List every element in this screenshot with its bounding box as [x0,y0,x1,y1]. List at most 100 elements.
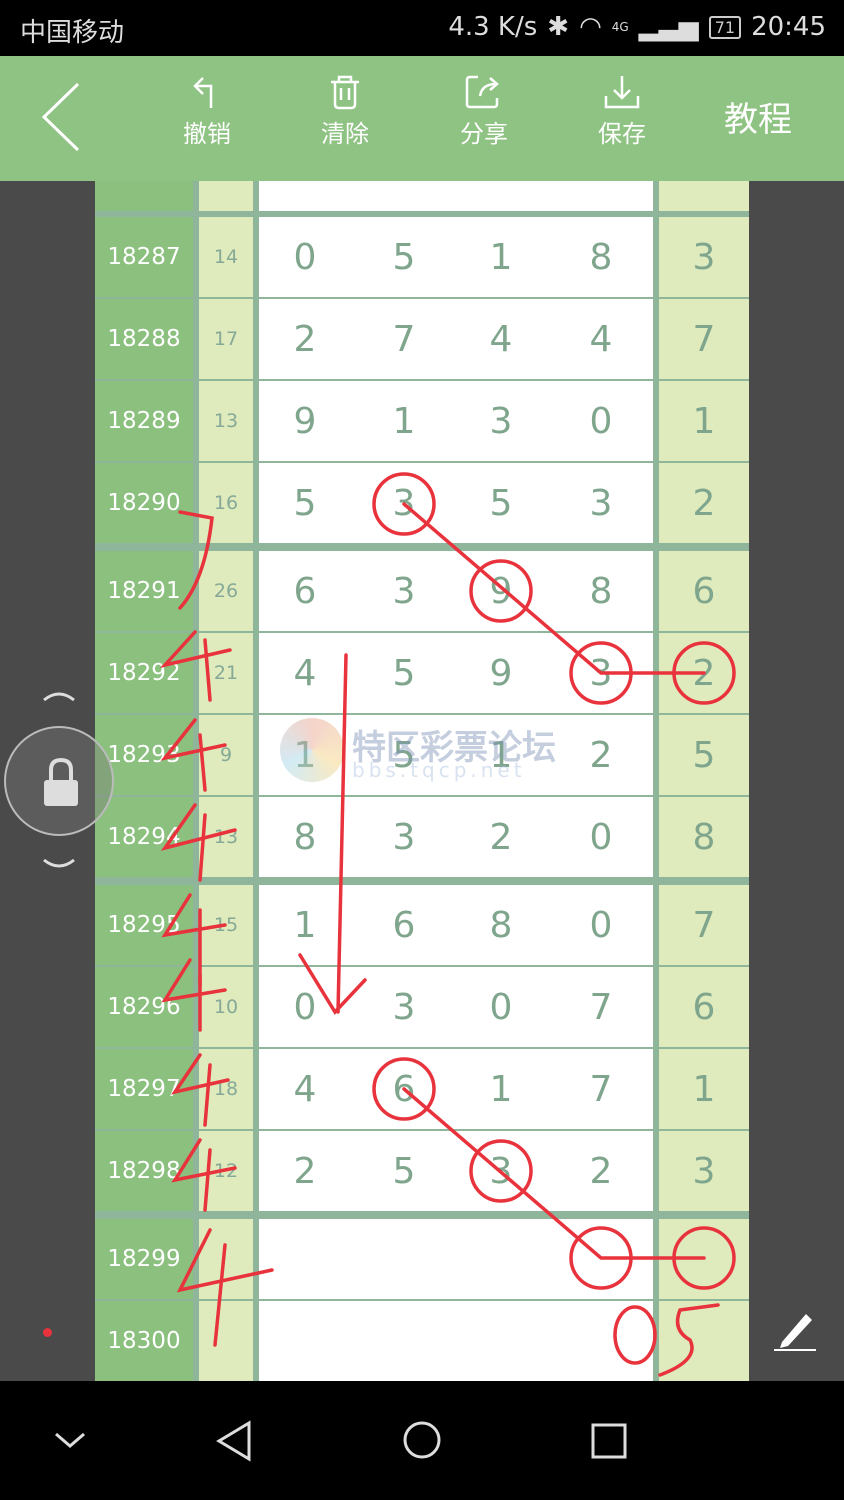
table-row: 18290 16 5 3 5 3 2 [95,463,749,543]
digit: 2 [293,318,317,360]
digit: 8 [293,816,317,858]
digits-cell: 2 5 3 2 [259,1131,653,1211]
recents-square-icon[interactable] [591,1423,627,1459]
digit: 5 [392,1150,416,1192]
digit: 5 [293,482,317,524]
last-digit-cell: 2 [659,463,749,543]
chevron-down-icon[interactable] [54,1430,86,1450]
digit: 0 [293,986,317,1028]
digit: 9 [293,400,317,442]
sum-cell: 18 [199,1049,253,1129]
digit: 9 [489,570,513,612]
digit: 8 [589,236,613,278]
table-row: 18296 10 0 3 0 7 6 [95,967,749,1047]
digit: 1 [489,734,513,776]
table-row: 18292 21 4 5 9 3 2 [95,633,749,713]
last-digit-cell: 6 [659,967,749,1047]
sum-cell: 17 [199,299,253,379]
digits-cell: 0 3 0 7 [259,967,653,1047]
bluetooth-icon: ✱ [547,12,570,42]
period-cell: 18292 [95,633,193,713]
digit: 2 [589,734,613,776]
sum-cell: 14 [199,217,253,297]
digit: 3 [392,570,416,612]
sum-cell [199,1219,253,1299]
toolbar: 撤销 清除 分享 保存 教程 [0,56,844,181]
digit: 7 [392,318,416,360]
clear-label: 清除 [321,120,369,148]
signal-icon: ▂▃▅ [638,12,699,42]
digit: 0 [589,400,613,442]
save-button[interactable]: 保存 [577,74,667,149]
undo-label: 撤销 [183,120,231,148]
status-bar: 中国移动 4.3 K/s ✱ ◠ 4G ▂▃▅ 71 20:45 [0,0,844,56]
carrier: 中国移动 [20,18,125,48]
digits-cell [259,1301,653,1381]
digit: 2 [293,1150,317,1192]
digit: 9 [489,652,513,694]
wifi-icon: ◠ [579,12,602,42]
network-speed: 4.3 K/s [448,12,538,42]
digit: 3 [489,400,513,442]
chevron-down-icon[interactable] [42,858,76,872]
sum-cell: 9 [199,715,253,795]
table-row: 18291 26 6 3 9 8 6 [95,551,749,631]
digits-cell: 4 5 9 3 [259,633,653,713]
lock-button[interactable] [4,726,114,836]
table-row: 18294 13 8320 8 [95,797,749,877]
digit: 7 [589,1068,613,1110]
period-cell: 18299 [95,1219,193,1299]
digit: 6 [392,904,416,946]
clear-button[interactable]: 清除 [300,74,390,149]
period-cell: 18295 [95,885,193,965]
red-dot-indicator [43,1328,52,1337]
last-digit-cell: 5 [659,715,749,795]
digit: 8 [589,570,613,612]
digits-cell: 2 7 4 4 [259,299,653,379]
sum-cell: 13 [199,797,253,877]
last-digit-cell: 2 [659,633,749,713]
battery-icon: 71 [708,15,742,39]
sum-cell: 12 [199,1131,253,1211]
share-icon [465,75,499,109]
tutorial-button[interactable]: 教程 [724,92,792,141]
last-digit-cell: 6 [659,551,749,631]
home-circle-icon[interactable] [402,1420,442,1460]
digits-cell [259,181,653,211]
last-digit-cell [659,181,749,211]
sum-cell: 13 [199,381,253,461]
table-row: 18288 17 2 7 4 4 7 [95,299,749,379]
sum-cell: 10 [199,967,253,1047]
table-row: 18297 18 4 6 1 7 1 [95,1049,749,1129]
digits-cell: 6 3 9 8 [259,551,653,631]
table-row: 18300 [95,1301,749,1381]
save-label: 保存 [598,120,646,148]
period-cell: 18296 [95,967,193,1047]
period-cell: 18291 [95,551,193,631]
digits-cell: 0 5 1 8 [259,217,653,297]
sum-cell: 15 [199,885,253,965]
clock: 20:45 [751,12,826,42]
digit: 1 [293,904,317,946]
share-button[interactable]: 分享 [439,74,529,149]
digits-cell: 4 6 1 7 [259,1049,653,1129]
digit: 6 [293,570,317,612]
back-triangle-icon[interactable] [216,1420,252,1462]
period-cell: 18300 [95,1301,193,1381]
pen-icon[interactable] [772,1306,818,1354]
last-digit-cell: 7 [659,885,749,965]
last-digit-cell: 1 [659,1049,749,1129]
chevron-up-icon[interactable] [42,688,76,702]
digit: 3 [392,986,416,1028]
digit: 3 [392,482,416,524]
digit: 3 [589,652,613,694]
chevron-left-icon[interactable] [40,82,90,152]
digit: 5 [489,482,513,524]
undo-button[interactable]: 撤销 [162,74,252,149]
digit: 5 [392,236,416,278]
share-label: 分享 [460,120,508,148]
sum-cell [199,1301,253,1381]
digit: 0 [589,904,613,946]
table-row: 18293 9 1512 5 [95,715,749,795]
period-cell: 18288 [95,299,193,379]
